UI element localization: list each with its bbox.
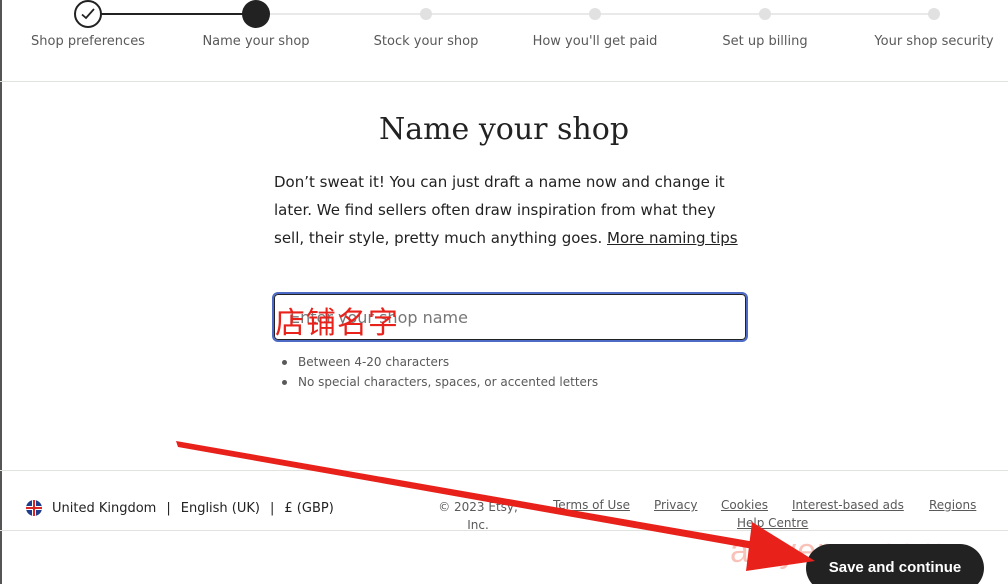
intro-text: Don’t sweat it! You can just draft a nam… xyxy=(274,168,744,252)
step-label: Shop preferences xyxy=(31,34,145,49)
step-dot xyxy=(589,8,601,20)
privacy-link[interactable]: Privacy xyxy=(654,498,697,512)
checkmark-icon xyxy=(74,0,102,28)
locale-currency: £ (GBP) xyxy=(284,500,334,516)
step-label: Stock your shop xyxy=(373,34,479,49)
shop-name-field[interactable] xyxy=(272,292,748,342)
action-bar-divider xyxy=(0,530,1008,531)
save-and-continue-button[interactable]: Save and continue xyxy=(806,544,984,584)
interest-based-ads-link[interactable]: Interest-based ads xyxy=(792,498,904,512)
step-label: Set up billing xyxy=(722,34,808,49)
step-dot xyxy=(928,8,940,20)
footer-divider xyxy=(0,470,1008,471)
locale-settings[interactable]: United Kingdom | English (UK) | £ (GBP) xyxy=(26,500,334,516)
step-label: Your shop security xyxy=(874,34,994,49)
stepper-track-complete xyxy=(88,13,256,15)
help-centre-link[interactable]: Help Centre xyxy=(737,516,808,530)
current-step-dot xyxy=(242,0,270,28)
locale-country: United Kingdom xyxy=(52,500,157,516)
page-title: Name your shop xyxy=(378,112,630,147)
requirement-item: Between 4-20 characters xyxy=(282,352,598,372)
copyright-line: © 2023 Etsy, xyxy=(438,500,518,514)
shop-name-input[interactable] xyxy=(274,294,746,340)
name-requirements-list: Between 4-20 characters No special chara… xyxy=(282,352,598,392)
step-dot xyxy=(420,8,432,20)
cookies-link[interactable]: Cookies xyxy=(721,498,768,512)
step-dot xyxy=(759,8,771,20)
window-edge xyxy=(0,0,2,584)
uk-flag-icon xyxy=(26,500,42,516)
regions-link[interactable]: Regions xyxy=(929,498,976,512)
step-label: How you'll get paid xyxy=(532,34,658,49)
copyright-line: Inc. xyxy=(467,518,489,532)
copyright-text: © 2023 Etsy, Inc. xyxy=(438,498,518,534)
progress-stepper: Shop preferences Name your shop Stock yo… xyxy=(0,0,1008,82)
locale-language: English (UK) xyxy=(180,500,260,516)
terms-of-use-link[interactable]: Terms of Use xyxy=(553,498,630,512)
more-naming-tips-link[interactable]: More naming tips xyxy=(607,229,738,247)
requirement-item: No special characters, spaces, or accent… xyxy=(282,372,598,392)
step-label: Name your shop xyxy=(202,34,310,49)
